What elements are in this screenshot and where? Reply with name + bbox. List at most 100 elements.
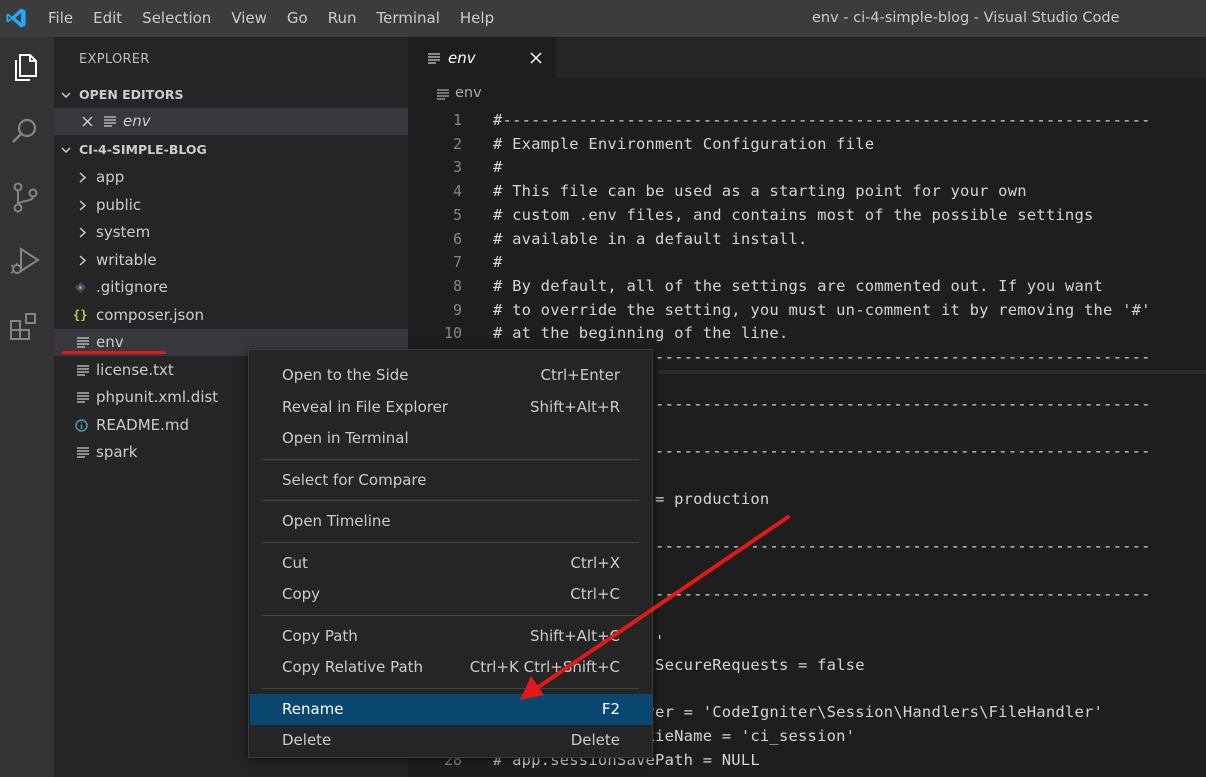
project-header[interactable]: CI-4-SIMPLE-BLOG [54,138,408,162]
context-menu-copy-path[interactable]: Copy Path Shift+Alt+C [250,621,652,652]
menu-item-shortcut: F2 [601,699,620,718]
close-icon[interactable] [530,52,542,64]
line-number: 3 [452,158,462,177]
chevron-right-icon [79,254,87,266]
tree-item-writable[interactable]: writable [54,247,408,274]
menu-item-label: Rename [282,699,344,718]
file-icon [77,447,89,458]
json-icon: {} [73,307,88,322]
file-icon [104,116,116,127]
menu-item-shortcut: Ctrl+Enter [540,366,620,384]
context-menu-reveal-in-file-explorer[interactable]: Reveal in File Explorer Shift+Alt+R [250,392,652,423]
menu-separator [262,458,639,460]
file-icon [428,53,440,64]
search-icon[interactable] [7,113,43,149]
menu-selection[interactable]: Selection [132,0,221,37]
explorer-icon[interactable] [7,49,43,85]
context-menu-copy-relative-path[interactable]: Copy Relative Path Ctrl+K Ctrl+Shift+C [250,652,652,683]
context-menu-select-for-compare[interactable]: Select for Compare [250,465,652,496]
menu-separator [262,687,639,689]
project-label: CI-4-SIMPLE-BLOG [79,142,207,157]
tree-item-app[interactable]: app [54,164,408,191]
chevron-right-icon [79,172,87,183]
tree-item-gitignore[interactable]: .gitignore [54,274,408,301]
menu-separator [262,541,639,543]
menu-run[interactable]: Run [318,0,367,37]
run-debug-icon[interactable] [7,243,43,279]
menu-item-label: Copy Relative Path [282,658,424,676]
file-icon [77,364,89,376]
tab-env[interactable]: env [408,37,556,79]
activity-bar [0,37,54,777]
context-menu-cut[interactable]: Cut Ctrl+X [250,548,652,579]
menu-edit[interactable]: Edit [83,0,132,37]
menu-item-label: Cut [282,553,308,572]
editor-divider [658,370,1206,374]
menu-bar: File Edit Selection View Go Run Terminal Help [38,0,504,37]
menu-terminal[interactable]: Terminal [367,0,450,37]
menu-item-label: Open to the Side [282,366,409,384]
tree-item-label: spark [96,443,138,461]
line-number: 9 [452,300,462,319]
title-bar: File Edit Selection View Go Run Terminal Help e… [0,0,1206,37]
breadcrumb-item[interactable]: env [455,85,482,101]
tree-item-public[interactable]: public [54,192,408,219]
code-line: # to override the setting, you must un-c… [493,300,1151,319]
line-number: 6 [452,229,462,248]
file-icon [77,392,89,403]
tree-item-label: README.md [96,415,190,434]
close-icon[interactable] [81,115,94,128]
menu-view[interactable]: View [221,0,277,37]
context-menu-open-to-the-side[interactable]: Open to the Side Ctrl+Enter [250,360,652,391]
menu-help[interactable]: Help [450,0,504,37]
chevron-right-icon [79,227,87,238]
tree-item-label: public [96,195,142,214]
line-number: 7 [452,253,462,272]
menu-item-shortcut: Ctrl+C [570,585,620,603]
open-editors-header[interactable]: OPEN EDITORS [54,83,408,107]
file-icon [77,337,89,348]
context-menu: Open to the Side Ctrl+Enter Reveal in File… [248,349,653,758]
tab-label: env [448,49,476,67]
menu-file[interactable]: File [38,0,83,37]
tree-item-composer-json[interactable]: {} composer.json [54,302,408,329]
code-line: # custom .env files, and contains most o… [493,205,1094,224]
chevron-right-icon [79,199,87,211]
line-number: 8 [452,276,462,295]
code-line: # [493,253,503,272]
menu-item-shortcut: Ctrl+X [570,553,620,572]
context-menu-rename[interactable]: Rename F2 [250,693,652,725]
tree-item-label: phpunit.xml.dist [96,388,219,406]
code-line: # Example Environment Configuration file [493,134,875,153]
context-menu-delete[interactable]: Delete Delete [250,725,652,756]
code-line: # at the beginning of the line. [493,324,789,343]
context-menu-open-timeline[interactable]: Open Timeline [250,506,652,537]
open-editors-label: OPEN EDITORS [79,87,184,102]
code-line: # By default, all of the settings are co… [493,276,1104,295]
extensions-icon[interactable] [7,309,43,345]
file-icon [437,89,449,100]
line-number: 1 [452,111,462,129]
menu-separator [262,500,639,501]
open-editor-env[interactable]: env [54,108,408,135]
editor-tab-bar: env [408,37,1206,79]
code-line: # [493,158,503,177]
source-control-icon[interactable] [7,179,43,215]
context-menu-copy[interactable]: Copy Ctrl+C [250,579,652,610]
menu-go[interactable]: Go [277,0,318,37]
menu-separator [262,614,639,616]
annotation-underline [62,351,166,354]
breadcrumb: env [408,79,1206,109]
tree-item-system[interactable]: system [54,219,408,246]
vscode-logo-icon[interactable] [5,7,27,29]
tree-item-label: system [96,223,151,241]
code-line: # available in a default install. [493,229,808,248]
git-icon [75,282,86,293]
code-line: # This file can be used as a starting po… [493,182,1027,201]
menu-item-label: Copy [282,585,321,603]
tree-item-label: .gitignore [96,278,168,296]
code-line: #---------------------------------------… [493,111,1151,129]
context-menu-open-in-terminal[interactable]: Open in Terminal [250,423,652,454]
menu-item-label: Copy Path [282,626,358,645]
chevron-down-icon [61,92,71,99]
